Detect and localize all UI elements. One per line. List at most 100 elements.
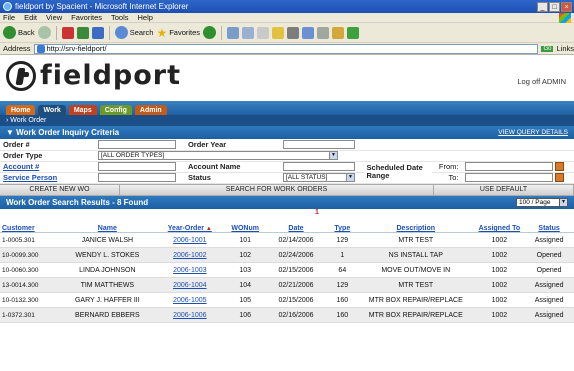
address-input[interactable]: http://srv-fieldport/: [33, 43, 539, 54]
col-year-order[interactable]: Year-Order ▲: [153, 218, 226, 233]
logoff-link[interactable]: Log off ADMIN: [517, 77, 566, 86]
action-buttons: CREATE NEW WO SEARCH FOR WORK ORDERS USE…: [0, 183, 574, 196]
edit-icon[interactable]: [287, 26, 300, 39]
col-customer[interactable]: Customer: [0, 218, 62, 233]
cell-assigned-to: 1002: [474, 232, 525, 248]
cell-year-order-link[interactable]: 2006-1005: [153, 292, 226, 308]
go-button[interactable]: Go: [541, 45, 554, 52]
account-num-input[interactable]: [98, 162, 176, 172]
order-num-label: Order #: [0, 139, 95, 151]
tab-work[interactable]: Work: [38, 105, 66, 115]
close-button[interactable]: ×: [561, 1, 572, 12]
service-person-link[interactable]: Service Person: [0, 172, 95, 184]
col-type[interactable]: Type: [327, 218, 358, 233]
cell-year-order-link[interactable]: 2006-1003: [153, 262, 226, 278]
order-year-input[interactable]: [282, 140, 355, 149]
history-icon[interactable]: [227, 26, 240, 39]
calendar-icon[interactable]: [554, 162, 564, 172]
fieldport-logo: fieldport: [6, 60, 181, 91]
cell-year-order-link[interactable]: 2006-1006: [153, 307, 226, 323]
cell-year-order-link[interactable]: 2006-1001: [153, 232, 226, 248]
mail-icon[interactable]: [242, 26, 255, 39]
col-assigned-to[interactable]: Assigned To: [474, 218, 525, 233]
stop-icon[interactable]: [61, 26, 74, 39]
folder-icon[interactable]: [272, 26, 285, 39]
from-date-input[interactable]: [464, 162, 553, 172]
cell-wonum: 106: [225, 307, 265, 323]
links-button[interactable]: Links: [556, 44, 574, 53]
order-num-input[interactable]: [98, 140, 176, 149]
status-label: Status: [184, 172, 280, 184]
collapse-icon[interactable]: ▼: [6, 128, 16, 137]
use-default-button[interactable]: USE DEFAULT: [434, 184, 574, 195]
menu-tools[interactable]: Tools: [111, 13, 129, 22]
menu-help[interactable]: Help: [138, 13, 153, 22]
table-row[interactable]: 10-0099.300 WENDY L. STOKES 2006-1002 10…: [0, 247, 574, 263]
table-row[interactable]: 10-0132.300 GARY J. HAFFER III 2006-1005…: [0, 292, 574, 308]
scheduled-date-range-label: Scheduled Date Range: [363, 161, 432, 184]
dropdown-arrow-icon: ▼: [345, 174, 354, 182]
maximize-button[interactable]: □: [549, 1, 560, 12]
inquiry-title: Work Order Inquiry Criteria: [16, 128, 120, 137]
page-size-select[interactable]: 100 / Page ▼: [516, 197, 568, 207]
tab-config[interactable]: Config: [99, 105, 132, 115]
star-icon: ★: [156, 25, 168, 40]
tab-admin[interactable]: Admin: [134, 105, 167, 115]
create-new-wo-button[interactable]: CREATE NEW WO: [0, 184, 120, 195]
calendar-icon[interactable]: [554, 173, 564, 183]
favorites-button[interactable]: ★ Favorites: [156, 26, 200, 40]
col-description[interactable]: Description: [357, 218, 475, 233]
toolbar-separator: [221, 25, 223, 40]
minimize-button[interactable]: _: [537, 1, 548, 12]
media-icon[interactable]: [203, 26, 217, 39]
cell-wonum: 105: [225, 292, 265, 308]
back-button[interactable]: Back: [3, 26, 35, 39]
account-name-input[interactable]: [282, 162, 355, 172]
page-size-value: 100 / Page: [519, 198, 551, 206]
msn-icon[interactable]: [347, 26, 360, 39]
order-type-select[interactable]: [ALL ORDER TYPES] ▼: [98, 151, 338, 161]
tab-home[interactable]: Home: [6, 105, 36, 115]
cell-year-order-link[interactable]: 2006-1004: [153, 277, 226, 293]
brand-header: fieldport Log off ADMIN: [0, 55, 574, 101]
results-header-row: Customer Name Year-Order ▲ WONum Date Ty…: [0, 218, 574, 233]
col-wonum[interactable]: WONum: [225, 218, 265, 233]
forward-button[interactable]: [37, 26, 51, 39]
breadcrumb[interactable]: › Work Order: [0, 115, 574, 126]
to-label: To:: [431, 172, 462, 184]
view-query-details-link[interactable]: VIEW QUERY DETAILS: [498, 129, 568, 136]
cell-assigned-to: 1002: [474, 262, 525, 278]
menu-favorites[interactable]: Favorites: [71, 13, 102, 22]
inquiry-header: ▼ Work Order Inquiry Criteria VIEW QUERY…: [0, 126, 574, 139]
order-year-label: Order Year: [184, 139, 280, 151]
status-select[interactable]: [ALL STATUS] ▼: [282, 173, 355, 183]
service-person-input[interactable]: [98, 173, 176, 183]
menu-edit[interactable]: Edit: [24, 13, 37, 22]
tab-maps[interactable]: Maps: [68, 105, 97, 115]
research-icon[interactable]: [332, 26, 345, 39]
search-work-orders-button[interactable]: SEARCH FOR WORK ORDERS: [120, 184, 434, 195]
col-date[interactable]: Date: [264, 218, 328, 233]
cell-year-order-link[interactable]: 2006-1002: [153, 247, 226, 263]
table-row[interactable]: 1-0372.301 BERNARD EBBERS 2006-1006 106 …: [0, 307, 574, 323]
to-date-input[interactable]: [464, 173, 553, 183]
discuss-icon[interactable]: [302, 26, 315, 39]
inquiry-criteria-form: Order # Order Year Order Type [ALL ORDER…: [0, 139, 574, 184]
table-row[interactable]: 10-0060.300 LINDA JOHNSON 2006-1003 103 …: [0, 262, 574, 278]
col-name[interactable]: Name: [61, 218, 154, 233]
table-row[interactable]: 13-0014.300 TIM MATTHEWS 2006-1004 104 0…: [0, 277, 574, 293]
home-icon[interactable]: [91, 26, 104, 39]
address-url: http://srv-fieldport/: [46, 44, 107, 53]
search-button[interactable]: Search: [114, 26, 153, 39]
page-indicator[interactable]: 1: [0, 209, 574, 219]
messenger-icon[interactable]: [317, 26, 330, 39]
print-icon[interactable]: [257, 26, 270, 39]
page-content: fieldport Log off ADMIN Home Work Maps C…: [0, 55, 574, 371]
table-row[interactable]: 1-0005.301 JANICE WALSH 2006-1001 101 02…: [0, 232, 574, 248]
col-status[interactable]: Status: [524, 218, 574, 233]
cell-type: 160: [327, 292, 358, 308]
menu-view[interactable]: View: [46, 13, 62, 22]
account-num-link[interactable]: Account #: [0, 161, 95, 173]
menu-file[interactable]: File: [3, 13, 15, 22]
refresh-icon[interactable]: [76, 26, 89, 39]
